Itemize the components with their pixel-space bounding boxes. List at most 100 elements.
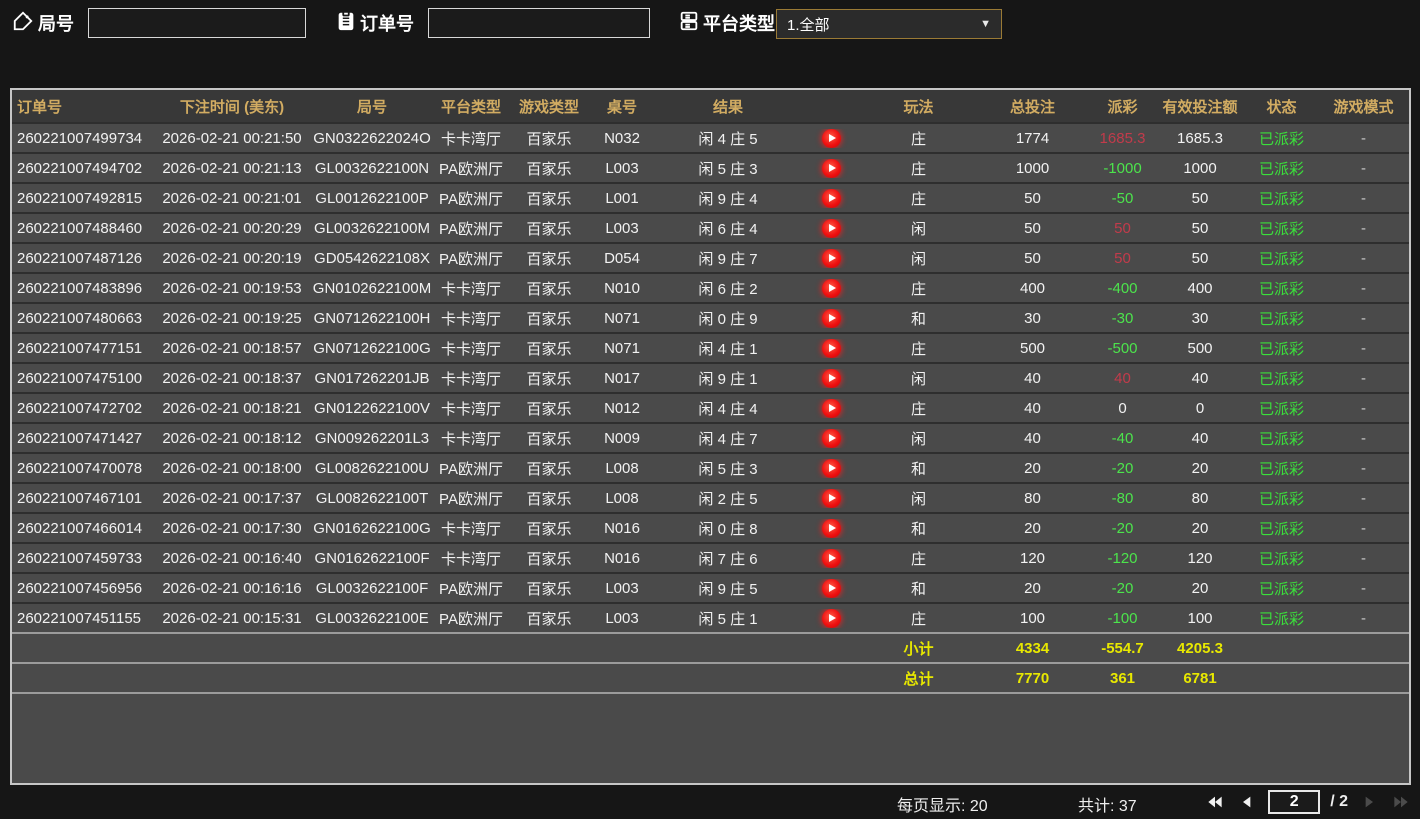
platform-cell: PA欧洲厅 — [439, 490, 503, 508]
filter-bar-row-2: 下注时间 (美东) 2026/02/21 ▼ 至 2026/02/21 ▼ 查询 — [0, 44, 1420, 120]
table-no-cell: N010 — [604, 279, 640, 297]
table-row: 260221007472702 2026-02-21 00:18:21 GN0122… — [12, 392, 1409, 422]
round-id-cell: GN017262201JB — [314, 369, 430, 387]
payout-cell: -80 — [1111, 489, 1134, 507]
play-video-button[interactable] — [821, 488, 841, 508]
round-id-cell: GN0162622100G — [313, 519, 431, 537]
order-id-cell: 260221007470078 — [17, 459, 143, 477]
play-video-button[interactable] — [821, 548, 841, 568]
play-video-button[interactable] — [821, 188, 841, 208]
result-video-cell — [800, 398, 862, 418]
payout-cell: 50 — [1114, 249, 1131, 267]
play-video-button[interactable] — [821, 158, 841, 178]
bet-on-cell: 庄 — [910, 160, 926, 178]
payout-cell: 50 — [1114, 219, 1131, 237]
result-video-cell — [800, 578, 862, 598]
total-bet-cell: 20 — [1024, 459, 1041, 477]
bet-time-cell: 2026-02-21 00:19:25 — [162, 309, 302, 327]
platform-type-select[interactable]: 1.全部 ▼ — [776, 9, 1002, 39]
round-id-input[interactable] — [88, 8, 306, 38]
play-video-button[interactable] — [821, 278, 841, 298]
game-mode-cell: - — [1361, 249, 1366, 267]
round-id-cell: GL0032622100N — [314, 159, 430, 177]
play-video-button[interactable] — [821, 338, 841, 358]
total-bet-cell: 1000 — [1015, 159, 1050, 177]
table-row: 260221007487126 2026-02-21 00:20:19 GD0542… — [12, 242, 1409, 272]
result-video-cell — [800, 248, 862, 268]
bet-on-cell: 闲 — [910, 220, 926, 238]
game-mode-cell: - — [1361, 579, 1366, 597]
previous-page-button[interactable] — [1236, 791, 1258, 813]
result-cell: 闲 6 庄 2 — [698, 280, 758, 298]
bet-time-cell: 2026-02-21 00:15:31 — [162, 609, 302, 627]
play-video-button[interactable] — [821, 308, 841, 328]
round-id-cell: GL0082622100T — [315, 489, 429, 507]
status-cell: 已派彩 — [1258, 220, 1304, 238]
total-bet-cell: 80 — [1024, 489, 1041, 507]
round-id-cell: GN0712622100H — [313, 309, 431, 327]
result-video-cell — [800, 518, 862, 538]
table-no-cell: N071 — [604, 339, 640, 357]
total-bet-cell: 400 — [1019, 279, 1046, 297]
round-id-cell: GL0082622100U — [314, 459, 430, 477]
game-mode-cell: - — [1361, 279, 1366, 297]
game-mode-cell: - — [1361, 399, 1366, 417]
play-video-button[interactable] — [821, 248, 841, 268]
game-mode-cell: - — [1361, 519, 1366, 537]
game-type-cell: 百家乐 — [526, 130, 572, 148]
game-type-cell: 百家乐 — [526, 220, 572, 238]
round-id-cell: GN0122622100V — [314, 399, 430, 417]
order-id-cell: 260221007451155 — [17, 609, 142, 627]
order-id-cell: 260221007456956 — [17, 579, 143, 597]
game-type-cell: 百家乐 — [526, 340, 572, 358]
column-header: 游戏模式 — [1333, 98, 1394, 116]
game-type-cell: 百家乐 — [526, 250, 572, 268]
table-no-cell: L008 — [605, 459, 639, 477]
status-cell: 已派彩 — [1258, 610, 1304, 628]
platform-cell: PA欧洲厅 — [439, 160, 503, 178]
next-page-button[interactable] — [1358, 791, 1380, 813]
bet-time-cell: 2026-02-21 00:17:30 — [162, 519, 302, 537]
column-header: 游戏类型 — [518, 98, 579, 116]
grand-total-row: 总计 7770 361 6781 — [12, 662, 1409, 692]
round-id-cell: GN0102622100M — [312, 279, 432, 297]
play-video-button[interactable] — [821, 128, 841, 148]
last-page-button[interactable] — [1390, 791, 1412, 813]
play-video-button[interactable] — [821, 428, 841, 448]
game-mode-cell: - — [1361, 429, 1366, 447]
play-video-button[interactable] — [821, 608, 841, 628]
column-header: 订单号 — [17, 98, 63, 116]
first-page-button[interactable] — [1204, 791, 1226, 813]
bet-on-cell: 庄 — [910, 280, 926, 298]
page-number-input[interactable] — [1268, 790, 1321, 814]
clipboard-icon — [335, 10, 357, 32]
total-bet-cell: 500 — [1019, 339, 1046, 357]
play-video-button[interactable] — [821, 578, 841, 598]
bet-on-cell: 闲 — [910, 250, 926, 268]
game-mode-cell: - — [1361, 549, 1366, 567]
play-video-button[interactable] — [821, 518, 841, 538]
valid-bet-cell: 400 — [1187, 279, 1213, 297]
total-count-label: 共计: 37 — [1078, 798, 1137, 815]
order-id-input[interactable] — [428, 8, 650, 38]
subtotal-row-bet-on: 小计 — [903, 640, 934, 658]
subtotal-row-payout: -554.7 — [1101, 639, 1144, 657]
table-row: 260221007477151 2026-02-21 00:18:57 GN0712… — [12, 332, 1409, 362]
play-video-button[interactable] — [821, 368, 841, 388]
play-video-button[interactable] — [821, 398, 841, 418]
payout-cell: -20 — [1111, 519, 1134, 537]
bet-on-cell: 和 — [910, 460, 926, 478]
bet-time-cell: 2026-02-21 00:21:01 — [162, 189, 302, 207]
pagination-bar: 每页显示: 20 共计: 37 / 2 — [0, 785, 1420, 819]
game-mode-cell: - — [1361, 459, 1366, 477]
result-cell: 闲 2 庄 5 — [698, 490, 758, 508]
order-id-cell: 260221007488460 — [17, 219, 143, 237]
play-video-button[interactable] — [821, 218, 841, 238]
round-id-cell: GL0032622100E — [315, 609, 429, 627]
game-type-cell: 百家乐 — [526, 460, 572, 478]
play-video-button[interactable] — [821, 458, 841, 478]
status-cell: 已派彩 — [1258, 190, 1304, 208]
column-header: 局号 — [356, 98, 387, 116]
valid-bet-cell: 20 — [1191, 459, 1209, 477]
subtotal-row-total-bet: 4334 — [1015, 639, 1050, 657]
